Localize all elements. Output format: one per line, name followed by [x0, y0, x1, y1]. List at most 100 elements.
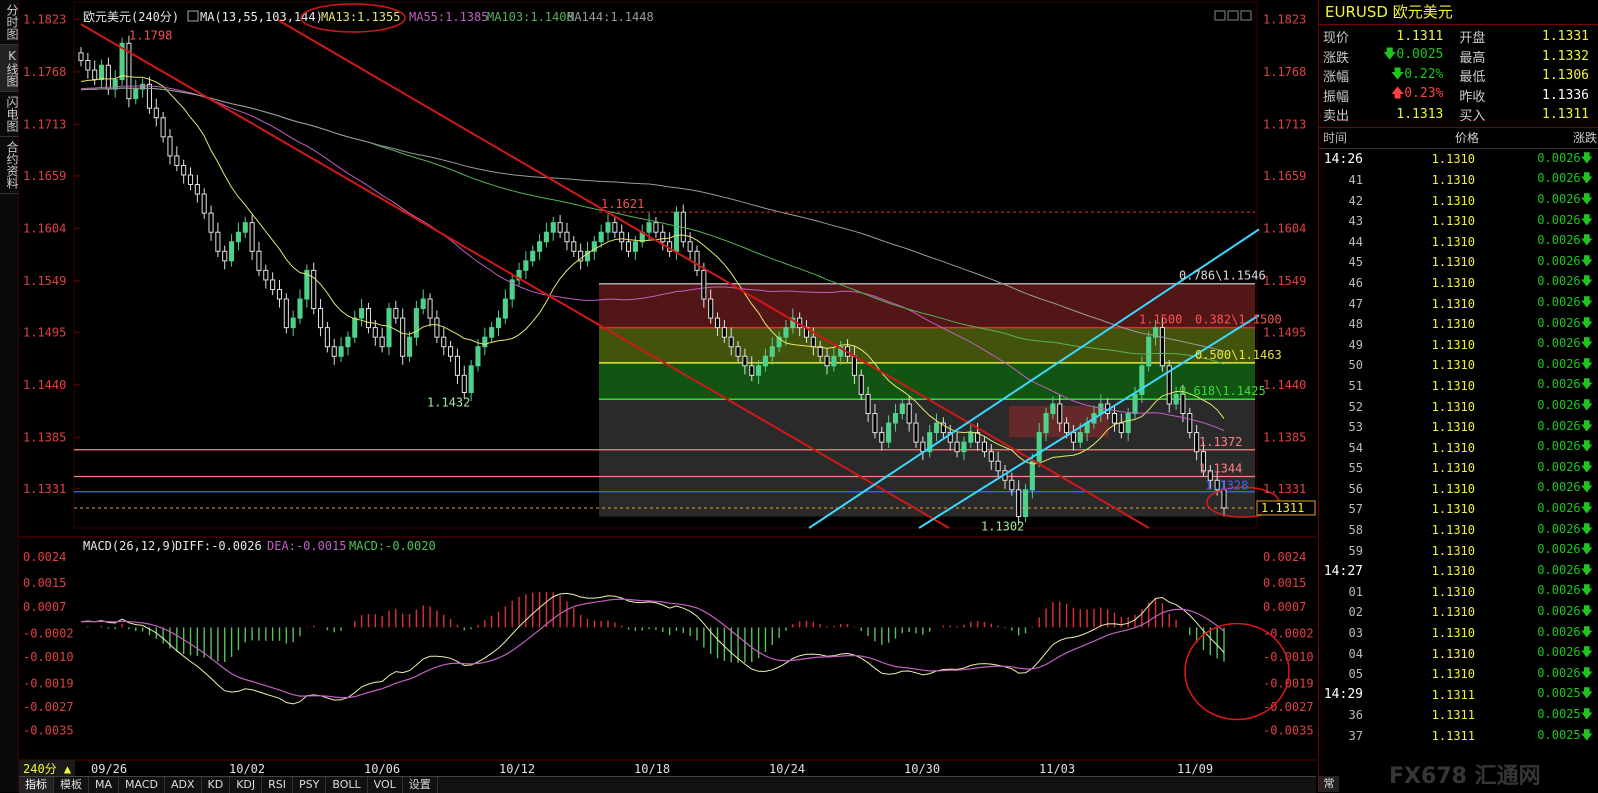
price-tick-left: 1.1604 [23, 221, 66, 235]
candle-body [215, 231, 221, 252]
down-arrow-icon: 🡇 [1580, 418, 1593, 433]
tick-row[interactable]: 36 1.1311 0.0025🡇 [1319, 705, 1598, 726]
tick-row[interactable]: 46 1.1310 0.0026🡇 [1319, 273, 1598, 294]
tick-time: 51 [1348, 378, 1363, 393]
side-bottom-tab[interactable]: 常 [1319, 776, 1339, 792]
tick-row[interactable]: 14:29 1.1311 0.0025🡇 [1319, 685, 1598, 706]
tick-row[interactable]: 57 1.1310 0.0026🡇 [1319, 499, 1598, 520]
quote-value: 1.1306 [1542, 68, 1589, 84]
tick-row[interactable]: 04 1.1310 0.0026🡇 [1319, 643, 1598, 664]
tab-boll[interactable]: BOLL [326, 777, 368, 793]
tick-time: 42 [1348, 193, 1363, 208]
down-arrow-icon: 🡇 [1580, 727, 1593, 742]
tab-kd[interactable]: KD [202, 777, 231, 793]
tick-row[interactable]: 53 1.1310 0.0026🡇 [1319, 417, 1598, 438]
tick-time: 52 [1348, 399, 1363, 414]
legend-box-icon[interactable] [187, 10, 199, 22]
tick-list[interactable]: 14:26 1.1310 0.0026🡇 41 1.1310 0.0026🡇 42 1.131… [1319, 149, 1598, 746]
date-tick-label: 11/03 [1039, 762, 1075, 776]
tick-row[interactable]: 50 1.1310 0.0026🡇 [1319, 355, 1598, 376]
price-tick-left: 1.1440 [23, 378, 66, 392]
tick-row[interactable]: 49 1.1310 0.0026🡇 [1319, 334, 1598, 355]
quote-value-text: 0.0025 [1396, 47, 1444, 63]
candle-body [913, 422, 919, 443]
tick-time: 44 [1348, 234, 1363, 249]
tick-row[interactable]: 56 1.1310 0.0026🡇 [1319, 479, 1598, 500]
tab-template[interactable]: 模板 [54, 777, 89, 793]
close-icon[interactable] [1240, 10, 1252, 21]
period-button[interactable]: 240分 ▲ [23, 762, 72, 776]
candle-body [475, 346, 481, 367]
tick-row[interactable]: 55 1.1310 0.0026🡇 [1319, 458, 1598, 479]
maximize-icon[interactable] [1227, 10, 1239, 21]
tick-time: 57 [1348, 502, 1363, 517]
tick-row[interactable]: 45 1.1310 0.0026🡇 [1319, 252, 1598, 273]
tab-kline[interactable]: K线图 [0, 45, 19, 92]
tick-price: 1.1310 [1431, 275, 1475, 290]
tick-price: 1.1310 [1431, 646, 1475, 661]
tick-time: 54 [1348, 440, 1363, 455]
tick-row[interactable]: 42 1.1310 0.0026🡇 [1319, 190, 1598, 211]
tab-indicator[interactable]: 指标 [19, 777, 54, 793]
tick-row[interactable]: 52 1.1310 0.0026🡇 [1319, 396, 1598, 417]
tab-rsi[interactable]: RSI [262, 777, 294, 793]
tick-change-value: 0.0026 [1537, 295, 1581, 310]
fib-0500-label: 0.500\1.1463 [1195, 348, 1282, 362]
price-tick-left: 1.1331 [23, 482, 66, 496]
tick-change-value: 0.0026 [1537, 253, 1581, 268]
quote-value: 1.1311 [1542, 107, 1589, 123]
tab-macd[interactable]: MACD [119, 777, 165, 793]
tab-timeshare[interactable]: 分时图 [0, 0, 19, 45]
tab-adx[interactable]: ADX [165, 777, 202, 793]
tick-row[interactable]: 47 1.1310 0.0026🡇 [1319, 293, 1598, 314]
tick-change-value: 0.0026 [1537, 171, 1581, 186]
tick-time: 58 [1348, 523, 1363, 538]
tick-row[interactable]: 03 1.1310 0.0026🡇 [1319, 623, 1598, 644]
tab-settings[interactable]: 设置 [403, 777, 438, 793]
down-arrow-icon: 🡇 [1580, 315, 1593, 330]
candle-body [208, 212, 214, 233]
candle-body [201, 193, 207, 214]
down-arrow-icon: 🡇 [1580, 356, 1593, 371]
tick-price: 1.1310 [1431, 399, 1475, 414]
tick-row[interactable]: 14:26 1.1310 0.0026🡇 [1319, 149, 1598, 170]
tab-contract-info[interactable]: 合约资料 [0, 137, 19, 194]
tick-row[interactable]: 01 1.1310 0.0026🡇 [1319, 582, 1598, 603]
tick-change-value: 0.0026 [1537, 418, 1581, 433]
tab-vol[interactable]: VOL [368, 777, 403, 793]
tab-flash[interactable]: 闪电图 [0, 92, 19, 137]
tick-row[interactable]: 41 1.1310 0.0026🡇 [1319, 170, 1598, 191]
macd-tick-left: 0.0007 [23, 600, 66, 614]
tab-psy[interactable]: PSY [293, 777, 327, 793]
price-tick-left: 1.1713 [23, 117, 66, 131]
low2-label: 1.1302 [981, 520, 1024, 534]
tick-change: 0.0026🡇 [1475, 458, 1593, 479]
quote-label: 最低 [1459, 70, 1486, 86]
tick-row[interactable]: 43 1.1310 0.0026🡇 [1319, 211, 1598, 232]
kline-chart[interactable]: 1.1823 1.1823 1.1768 1.1768 1.1713 1.1713 1.16… [19, 0, 1316, 776]
quote-value-text: 0.22% [1404, 66, 1444, 82]
tick-row[interactable]: 48 1.1310 0.0026🡇 [1319, 314, 1598, 335]
tab-ma[interactable]: MA [89, 777, 120, 793]
tick-row[interactable]: 02 1.1310 0.0026🡇 [1319, 602, 1598, 623]
tick-row[interactable]: 59 1.1310 0.0026🡇 [1319, 540, 1598, 561]
tick-change-value: 0.0026 [1537, 356, 1581, 371]
tab-kdj[interactable]: KDJ [230, 777, 263, 793]
tick-row[interactable]: 37 1.1311 0.0025🡇 [1319, 726, 1598, 747]
tick-change-value: 0.0026 [1537, 150, 1581, 165]
candle-body [872, 413, 878, 434]
down-arrow-icon: 🡇 [1580, 459, 1593, 474]
tick-row[interactable]: 05 1.1310 0.0026🡇 [1319, 664, 1598, 685]
minimize-icon[interactable] [1214, 10, 1226, 21]
tick-change-value: 0.0025 [1537, 686, 1581, 701]
candle-body [1173, 393, 1179, 405]
tick-row[interactable]: 58 1.1310 0.0026🡇 [1319, 520, 1598, 541]
tick-row[interactable]: 54 1.1310 0.0026🡇 [1319, 437, 1598, 458]
tick-row[interactable]: 44 1.1310 0.0026🡇 [1319, 231, 1598, 252]
tick-price: 1.1310 [1431, 358, 1475, 373]
tick-price: 1.1310 [1431, 234, 1475, 249]
tick-row[interactable]: 14:27 1.1310 0.0026🡇 [1319, 561, 1598, 582]
candle-body [899, 403, 905, 415]
macd-tick-right: 0.0007 [1263, 600, 1306, 614]
tick-row[interactable]: 51 1.1310 0.0026🡇 [1319, 376, 1598, 397]
